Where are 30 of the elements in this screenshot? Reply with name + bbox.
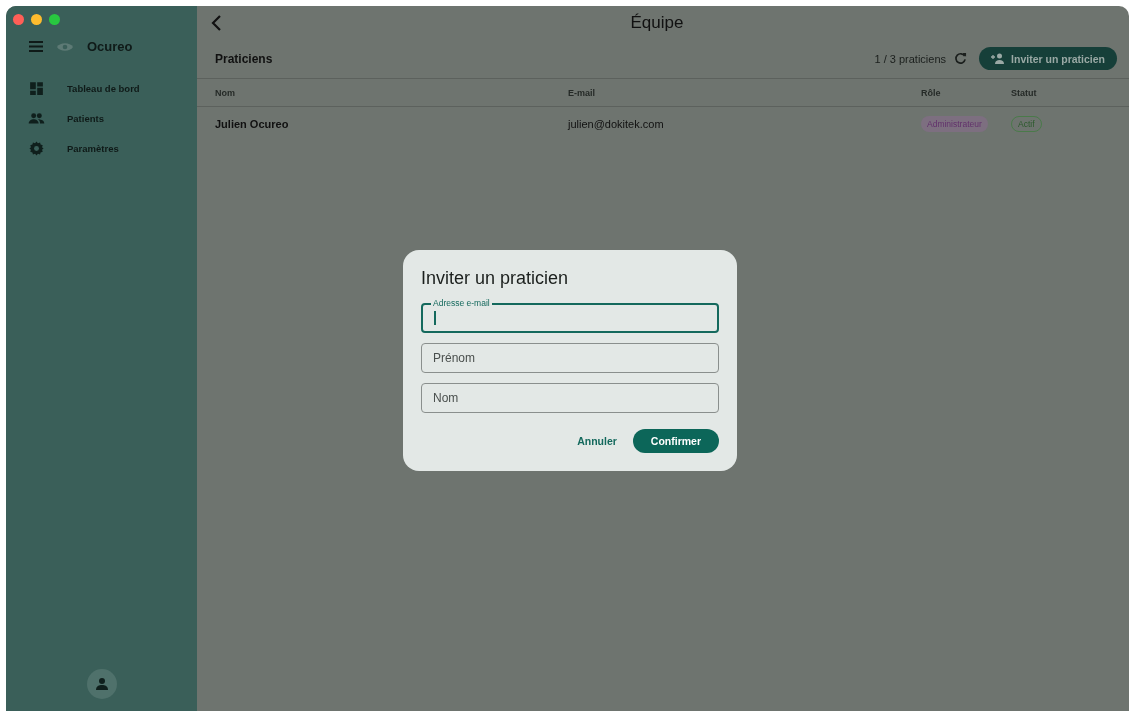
input-field[interactable]: Nom — [421, 383, 719, 413]
close-window-button[interactable] — [13, 14, 24, 25]
sidebar-item[interactable]: Tableau de bord — [6, 78, 197, 99]
practitioner-count: 1 / 3 praticiens — [874, 52, 947, 65]
refresh-icon[interactable] — [954, 52, 968, 65]
profile-avatar[interactable] — [86, 669, 117, 699]
invite-button[interactable]: Inviter un praticien — [979, 47, 1117, 70]
column-header: Statut — [1011, 87, 1038, 98]
input-field[interactable]: Prénom — [421, 343, 719, 373]
dashboard-icon — [28, 80, 45, 97]
sidebar-item[interactable]: Patients — [6, 108, 197, 129]
add-person-icon — [991, 53, 1006, 64]
dialog-title: Inviter un praticien — [421, 268, 570, 289]
column-header: Nom — [215, 87, 236, 98]
sidebar-item[interactable]: Paramètres — [6, 138, 197, 159]
column-header: E-mail — [568, 87, 596, 98]
page-title: Équipe — [629, 12, 685, 33]
app-name: Ocureo — [87, 39, 133, 54]
zoom-window-button[interactable] — [49, 14, 60, 25]
gear-icon — [28, 140, 45, 157]
minimize-window-button[interactable] — [31, 14, 42, 25]
confirm-button[interactable]: Confirmer — [632, 429, 719, 453]
back-icon[interactable] — [209, 13, 223, 32]
section-title: Praticiens — [215, 51, 274, 66]
table-cell-text: Julien Ocureo — [215, 118, 290, 130]
eye-icon — [57, 41, 73, 52]
cancel-button[interactable]: Annuler — [575, 429, 619, 453]
column-header: Rôle — [921, 87, 942, 98]
table-cell-text: julien@dokitek.com — [568, 118, 665, 130]
menu-icon[interactable] — [29, 41, 43, 52]
